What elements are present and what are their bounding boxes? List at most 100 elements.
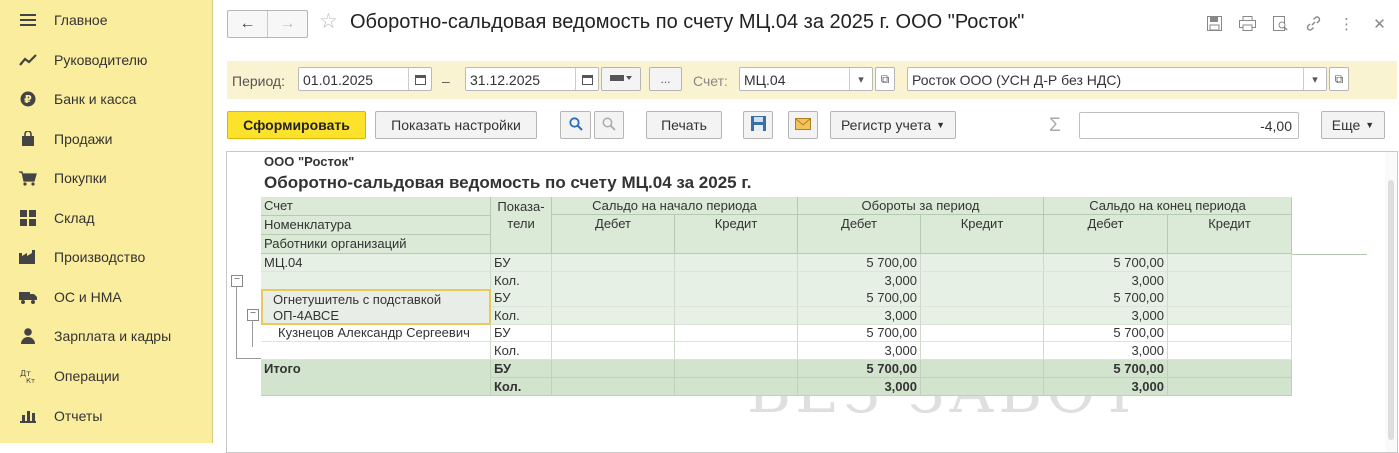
amount-cell[interactable]	[921, 342, 1044, 360]
total-amount-cell[interactable]	[1168, 360, 1292, 378]
row-name-cell[interactable]	[261, 342, 491, 360]
amount-cell[interactable]	[921, 254, 1044, 272]
amount-cell[interactable]	[921, 324, 1044, 342]
amount-cell[interactable]	[921, 289, 1044, 307]
amount-cell[interactable]	[1168, 289, 1292, 307]
generate-button[interactable]: Сформировать	[227, 111, 366, 139]
save-icon[interactable]	[1205, 14, 1224, 33]
favorite-star-icon[interactable]: ☆	[319, 9, 338, 34]
total-amount-cell[interactable]: 3,000	[1044, 378, 1168, 396]
indicator-cell[interactable]: Кол.	[491, 307, 552, 325]
amount-cell[interactable]	[675, 272, 798, 290]
account-field[interactable]: МЦ.04 ▾	[739, 67, 873, 91]
link-icon[interactable]	[1304, 14, 1323, 33]
preview-icon[interactable]	[1271, 14, 1290, 33]
more-button[interactable]: Еще ▼	[1321, 111, 1385, 139]
sidebar-item-bank[interactable]: ₽ Банк и касса	[0, 79, 212, 118]
amount-cell[interactable]	[552, 289, 675, 307]
indicator-cell[interactable]: БУ	[491, 254, 552, 272]
indicator-cell[interactable]: БУ	[491, 324, 552, 342]
amount-cell[interactable]: 3,000	[1044, 272, 1168, 290]
amount-cell[interactable]	[675, 289, 798, 307]
sidebar-item-operations[interactable]: Дт Кт Операции	[0, 356, 212, 395]
amount-cell[interactable]	[1168, 254, 1292, 272]
print-icon[interactable]	[1238, 14, 1257, 33]
report-area[interactable]: УЧЕТ БЕЗ ЗАБОТ ООО "Росток" Оборотно-сал…	[226, 151, 1398, 453]
row-name-cell[interactable]: МЦ.04	[261, 254, 491, 272]
total-amount-cell[interactable]	[921, 360, 1044, 378]
total-amount-cell[interactable]	[921, 378, 1044, 396]
sum-field[interactable]: -4,00	[1079, 112, 1299, 139]
amount-cell[interactable]: 5 700,00	[798, 324, 921, 342]
amount-cell[interactable]	[1168, 307, 1292, 325]
amount-cell[interactable]	[1168, 272, 1292, 290]
indicator-cell[interactable]: Кол.	[491, 342, 552, 360]
show-settings-button[interactable]: Показать настройки	[375, 111, 537, 139]
amount-cell[interactable]	[552, 254, 675, 272]
amount-cell[interactable]	[921, 307, 1044, 325]
indicator-cell[interactable]: БУ	[491, 289, 552, 307]
total-amount-cell[interactable]	[1168, 378, 1292, 396]
row-name-cell[interactable]	[261, 272, 491, 290]
amount-cell[interactable]: 3,000	[798, 272, 921, 290]
sidebar-item-sales[interactable]: Продажи	[0, 119, 212, 158]
chevron-down-icon[interactable]: ▾	[849, 68, 872, 90]
forward-button[interactable]: →	[267, 11, 307, 37]
row-name-cell[interactable]: Кузнецов Александр Сергеевич	[261, 324, 491, 342]
total-amount-cell[interactable]	[675, 360, 798, 378]
amount-cell[interactable]: 3,000	[1044, 342, 1168, 360]
total-amount-cell[interactable]: 5 700,00	[798, 360, 921, 378]
scrollbar[interactable]	[1385, 152, 1397, 452]
close-icon[interactable]: ✕	[1370, 14, 1389, 33]
print-button[interactable]: Печать	[646, 111, 722, 139]
more-vertical-icon[interactable]: ⋮	[1337, 14, 1356, 33]
amount-cell[interactable]	[1168, 342, 1292, 360]
collapse-toggle[interactable]: −	[231, 275, 243, 287]
total-amount-cell[interactable]	[552, 360, 675, 378]
total-amount-cell[interactable]	[552, 378, 675, 396]
amount-cell[interactable]: 5 700,00	[798, 289, 921, 307]
amount-cell[interactable]	[552, 324, 675, 342]
email-button[interactable]	[788, 111, 818, 139]
organization-open-button[interactable]: ⧉	[1329, 67, 1349, 91]
row-name-cell[interactable]: Огнетушитель с подставкой ОП-4АВСЕ	[261, 289, 491, 325]
amount-cell[interactable]	[675, 254, 798, 272]
sidebar-item-manager[interactable]: Руководителю	[0, 40, 212, 79]
sidebar-item-assets[interactable]: ОС и НМА	[0, 277, 212, 316]
amount-cell[interactable]	[675, 342, 798, 360]
chevron-down-icon[interactable]: ▾	[1303, 68, 1326, 90]
amount-cell[interactable]	[1168, 324, 1292, 342]
date-from-field[interactable]: 01.01.2025	[298, 67, 432, 91]
amount-cell[interactable]: 5 700,00	[798, 254, 921, 272]
amount-cell[interactable]	[552, 307, 675, 325]
collapse-toggle[interactable]: −	[247, 309, 259, 321]
calendar-icon[interactable]	[575, 68, 598, 90]
sidebar-item-purchases[interactable]: Покупки	[0, 158, 212, 197]
total-indicator-cell[interactable]: БУ	[491, 360, 552, 378]
total-amount-cell[interactable]: 3,000	[798, 378, 921, 396]
organization-field[interactable]: Росток ООО (УСН Д-Р без НДС) ▾	[907, 67, 1327, 91]
sidebar-item-production[interactable]: Производство	[0, 237, 212, 276]
register-button[interactable]: Регистр учета ▼	[830, 111, 956, 139]
amount-cell[interactable]: 5 700,00	[1044, 254, 1168, 272]
back-button[interactable]: ←	[228, 11, 267, 37]
amount-cell[interactable]: 3,000	[798, 307, 921, 325]
calendar-icon[interactable]	[408, 68, 431, 90]
amount-cell[interactable]: 3,000	[1044, 307, 1168, 325]
sidebar-item-main[interactable]: Главное	[0, 0, 212, 39]
search-button[interactable]	[560, 111, 591, 139]
period-type-dropdown[interactable]	[601, 67, 641, 91]
period-select-button[interactable]: ...	[649, 67, 682, 91]
total-label-cell[interactable]: Итого	[261, 360, 491, 396]
account-open-button[interactable]: ⧉	[875, 67, 895, 91]
sidebar-item-reports[interactable]: Отчеты	[0, 396, 212, 435]
amount-cell[interactable]	[552, 272, 675, 290]
total-amount-cell[interactable]	[675, 378, 798, 396]
search-clear-button[interactable]	[594, 111, 624, 139]
save-report-button[interactable]	[743, 111, 773, 139]
total-amount-cell[interactable]: 5 700,00	[1044, 360, 1168, 378]
amount-cell[interactable]	[552, 342, 675, 360]
amount-cell[interactable]: 5 700,00	[1044, 324, 1168, 342]
total-indicator-cell[interactable]: Кол.	[491, 378, 552, 396]
amount-cell[interactable]: 5 700,00	[1044, 289, 1168, 307]
